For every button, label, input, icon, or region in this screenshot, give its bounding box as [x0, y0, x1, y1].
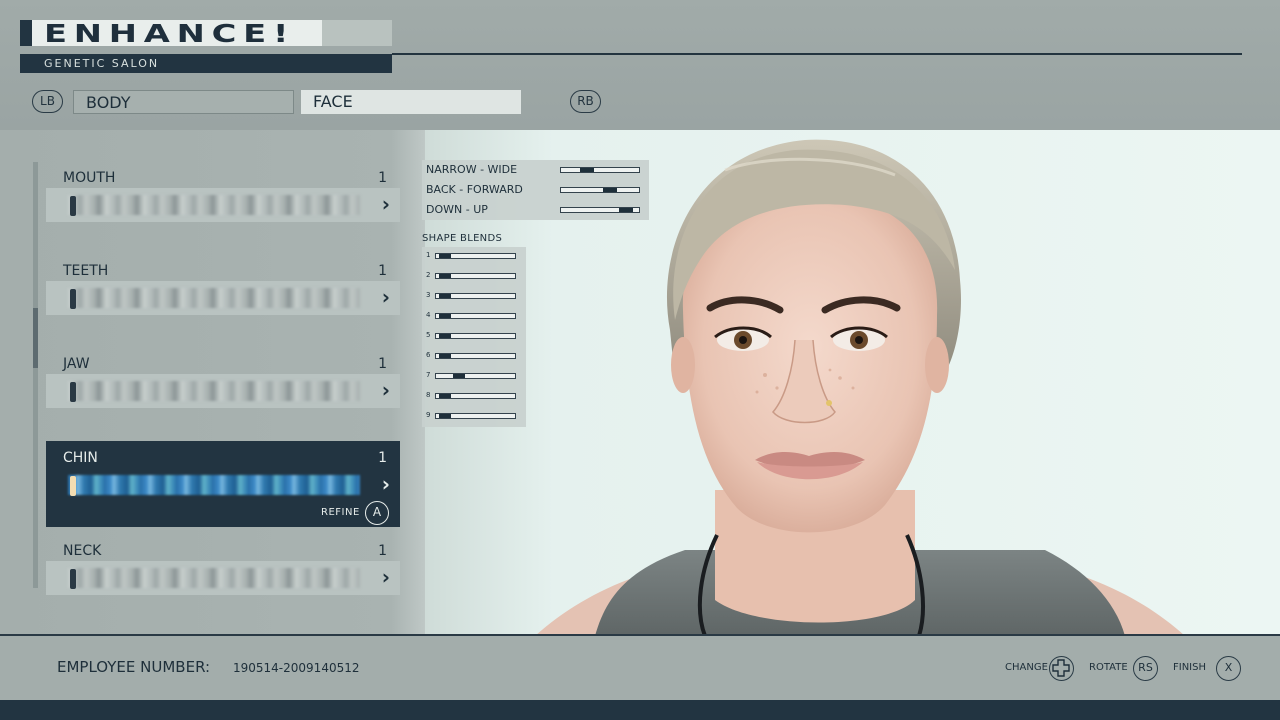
- tab-body[interactable]: BODY: [73, 90, 294, 114]
- page-title: ENHANCE!: [44, 19, 296, 48]
- gene-marker: [70, 476, 76, 496]
- feature-count: 1: [378, 356, 387, 372]
- slider-thumb[interactable]: [580, 168, 594, 172]
- title-divider: [392, 53, 1242, 55]
- slider-thumb[interactable]: [439, 354, 451, 358]
- gene-marker: [70, 196, 76, 216]
- feature-count: 1: [378, 263, 387, 279]
- slider-down-up[interactable]: [560, 207, 640, 213]
- shape-blend-slider-7[interactable]: [435, 373, 516, 379]
- chevron-right-icon[interactable]: ›: [382, 285, 390, 309]
- shape-blend-slider-4[interactable]: [435, 313, 516, 319]
- employee-number-value: 190514-2009140512: [233, 661, 360, 675]
- slider-thumb[interactable]: [603, 188, 617, 192]
- shape-blend-number: 5: [426, 331, 431, 339]
- gene-bar[interactable]: ›: [46, 561, 400, 595]
- shape-blends-panel: 1 2 3 4 5 6 7 8 9: [422, 247, 526, 427]
- shape-blend-number: 8: [426, 391, 431, 399]
- slider-thumb[interactable]: [439, 314, 451, 318]
- gene-sequence: [68, 568, 360, 588]
- chevron-right-icon[interactable]: ›: [382, 472, 390, 496]
- shape-blend-number: 3: [426, 291, 431, 299]
- feature-count: 1: [378, 450, 387, 466]
- shape-blend-number: 1: [426, 251, 431, 259]
- slider-thumb[interactable]: [619, 208, 633, 212]
- slider-thumb[interactable]: [439, 294, 451, 298]
- footer-strip: [0, 700, 1280, 720]
- shape-blend-slider-3[interactable]: [435, 293, 516, 299]
- feature-count: 1: [378, 543, 387, 559]
- gene-bar[interactable]: ›: [46, 374, 400, 408]
- rb-button[interactable]: RB: [570, 90, 601, 113]
- shape-blend-number: 9: [426, 411, 431, 419]
- change-label: CHANGE: [1005, 662, 1048, 673]
- gene-sequence: [68, 475, 360, 495]
- chevron-right-icon[interactable]: ›: [382, 378, 390, 402]
- title-accent: [20, 20, 32, 46]
- shape-blend-slider-6[interactable]: [435, 353, 516, 359]
- feature-name: CHIN: [63, 450, 98, 466]
- employee-number-label: EMPLOYEE NUMBER:: [57, 658, 211, 676]
- feature-name: TEETH: [63, 263, 109, 279]
- gene-bar[interactable]: ›: [46, 468, 400, 502]
- slider-label-down-up: DOWN - UP: [426, 203, 488, 216]
- refine-label: REFINE: [321, 507, 360, 518]
- shape-blend-number: 4: [426, 311, 431, 319]
- shape-blend-number: 2: [426, 271, 431, 279]
- slider-thumb[interactable]: [439, 394, 451, 398]
- finish-button[interactable]: X: [1216, 656, 1241, 681]
- gene-marker: [70, 289, 76, 309]
- finish-label: FINISH: [1173, 662, 1206, 673]
- slider-thumb[interactable]: [439, 334, 451, 338]
- subtitle-bar: GENETIC SALON: [20, 54, 392, 73]
- gene-sequence: [68, 288, 360, 308]
- dpad-icon: [1052, 659, 1070, 677]
- shape-blend-number: 6: [426, 351, 431, 359]
- slider-label-back-forward: BACK - FORWARD: [426, 183, 523, 196]
- slider-thumb[interactable]: [439, 254, 451, 258]
- chevron-right-icon[interactable]: ›: [382, 192, 390, 216]
- slider-label-narrow-wide: NARROW - WIDE: [426, 163, 518, 176]
- feature-name: MOUTH: [63, 170, 116, 186]
- scrollbar-track[interactable]: [33, 162, 38, 588]
- title-bar: ENHANCE!: [20, 19, 392, 48]
- refine-button[interactable]: A: [365, 501, 389, 525]
- change-button[interactable]: [1049, 656, 1074, 681]
- shape-blend-slider-1[interactable]: [435, 253, 516, 259]
- gene-bar[interactable]: ›: [46, 188, 400, 222]
- gene-bar[interactable]: ›: [46, 281, 400, 315]
- shape-blend-slider-5[interactable]: [435, 333, 516, 339]
- page-subtitle: GENETIC SALON: [44, 57, 160, 70]
- scrollbar-thumb[interactable]: [33, 308, 38, 368]
- shape-blend-slider-9[interactable]: [435, 413, 516, 419]
- gene-marker: [70, 382, 76, 402]
- slider-thumb[interactable]: [439, 274, 451, 278]
- shape-blends-label: SHAPE BLENDS: [422, 233, 503, 244]
- shape-blend-slider-2[interactable]: [435, 273, 516, 279]
- gene-marker: [70, 569, 76, 589]
- rotate-label: ROTATE: [1089, 662, 1128, 673]
- gene-sequence: [68, 381, 360, 401]
- slider-thumb[interactable]: [439, 414, 451, 418]
- feature-name: NECK: [63, 543, 102, 559]
- feature-name: JAW: [63, 356, 90, 372]
- slider-back-forward[interactable]: [560, 187, 640, 193]
- slider-narrow-wide[interactable]: [560, 167, 640, 173]
- rotate-button[interactable]: RS: [1133, 656, 1158, 681]
- chevron-right-icon[interactable]: ›: [382, 565, 390, 589]
- lb-button[interactable]: LB: [32, 90, 63, 113]
- feature-count: 1: [378, 170, 387, 186]
- slider-thumb[interactable]: [453, 374, 465, 378]
- tab-face[interactable]: FACE: [301, 90, 521, 114]
- slider-panel: NARROW - WIDE BACK - FORWARD DOWN - UP: [422, 160, 649, 220]
- gene-sequence: [68, 195, 360, 215]
- shape-blend-slider-8[interactable]: [435, 393, 516, 399]
- shape-blend-number: 7: [426, 371, 431, 379]
